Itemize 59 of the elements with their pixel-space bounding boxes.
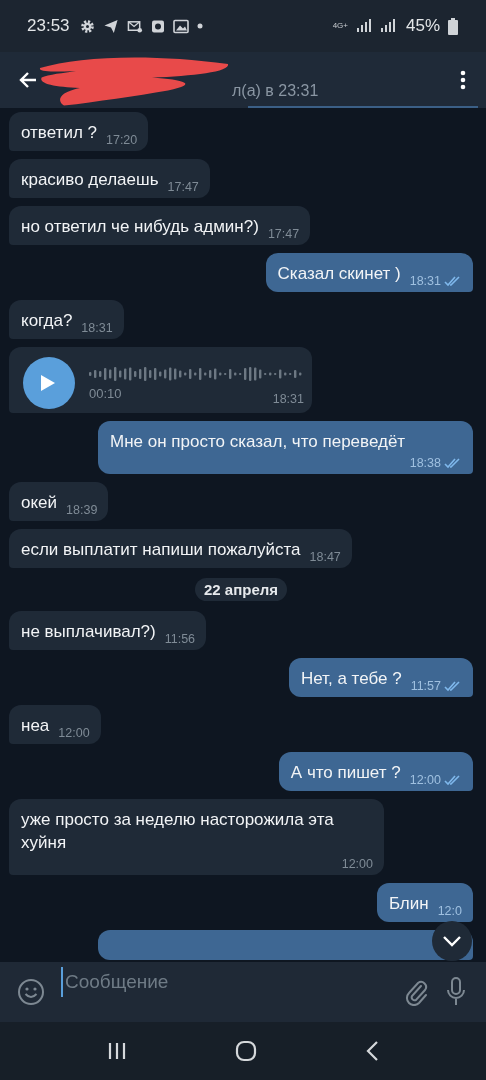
message-text: неа [21,715,50,737]
message-time: 12:00 [341,857,373,871]
message-time: 18:39 [66,503,98,517]
dot-icon [196,23,203,29]
attach-button[interactable] [404,978,430,1006]
message-text: Нет, а тебе ? [300,668,402,690]
more-icon [460,70,466,90]
gear-icon [79,18,95,34]
chevron-left-icon [365,1040,379,1062]
chevron-down-icon [442,935,462,947]
signal-icon [355,19,372,33]
battery-percent: 45% [405,16,440,36]
signal-icon [379,19,396,33]
message-time: 18:31 [81,321,113,335]
message-text: но ответил че нибудь админ?) [21,216,259,238]
last-seen-status: л(а) в 23:31 [232,82,320,100]
smiley-icon [17,978,45,1006]
message-text: ответил ? [21,122,97,144]
message-text: окей [21,492,58,514]
envelope-icon [126,18,143,34]
message-time: 17:20 [106,133,138,147]
play-icon [40,374,56,392]
back-button[interactable] [18,70,38,90]
paperclip-icon [404,978,430,1006]
message-text: если выплатит напиши пожалуйста [21,539,301,561]
image-icon [172,18,189,34]
message-time: 11:56 [164,632,196,646]
voice-duration: 00:10 [89,385,122,401]
message-time: 18:31 [409,274,441,288]
message-time: 12:0 [437,904,462,918]
battery-icon [448,17,458,35]
message-text: Мне он просто сказал, что переведёт [110,431,406,453]
message-time: 12:00 [409,773,441,787]
back-arrow-icon [18,70,38,90]
message-text: уже просто за неделю насторожила эта хуйня [21,809,335,854]
square-icon [150,18,165,34]
date-label: 22 апреля [194,578,287,601]
message-text: не выплачивал?) [21,621,156,643]
message-text: А что пишет ? [290,762,401,784]
message-text: когда? [21,310,73,332]
message-time: 18:31 [272,391,304,406]
voice-record-button[interactable] [446,977,466,1007]
message-time: 18:47 [309,550,341,564]
message-time: 12:00 [58,726,90,740]
clock: 23:53 [27,16,70,36]
recent-apps-icon [107,1041,127,1061]
message-time: 17:47 [167,180,199,194]
paper-plane-icon [102,18,119,34]
message-text: Сказал скинет ) [277,263,401,285]
message-text: Блин [388,893,429,915]
emoji-button[interactable] [17,978,45,1006]
network-label: 4G+ [332,22,348,30]
message-time: 18:38 [409,456,441,470]
home-icon [235,1040,257,1062]
message-time: 17:47 [267,227,300,241]
message-text: красиво делаешь [21,169,159,191]
microphone-icon [446,977,466,1007]
message-time: 11:57 [410,679,441,693]
play-button[interactable] [23,357,75,409]
